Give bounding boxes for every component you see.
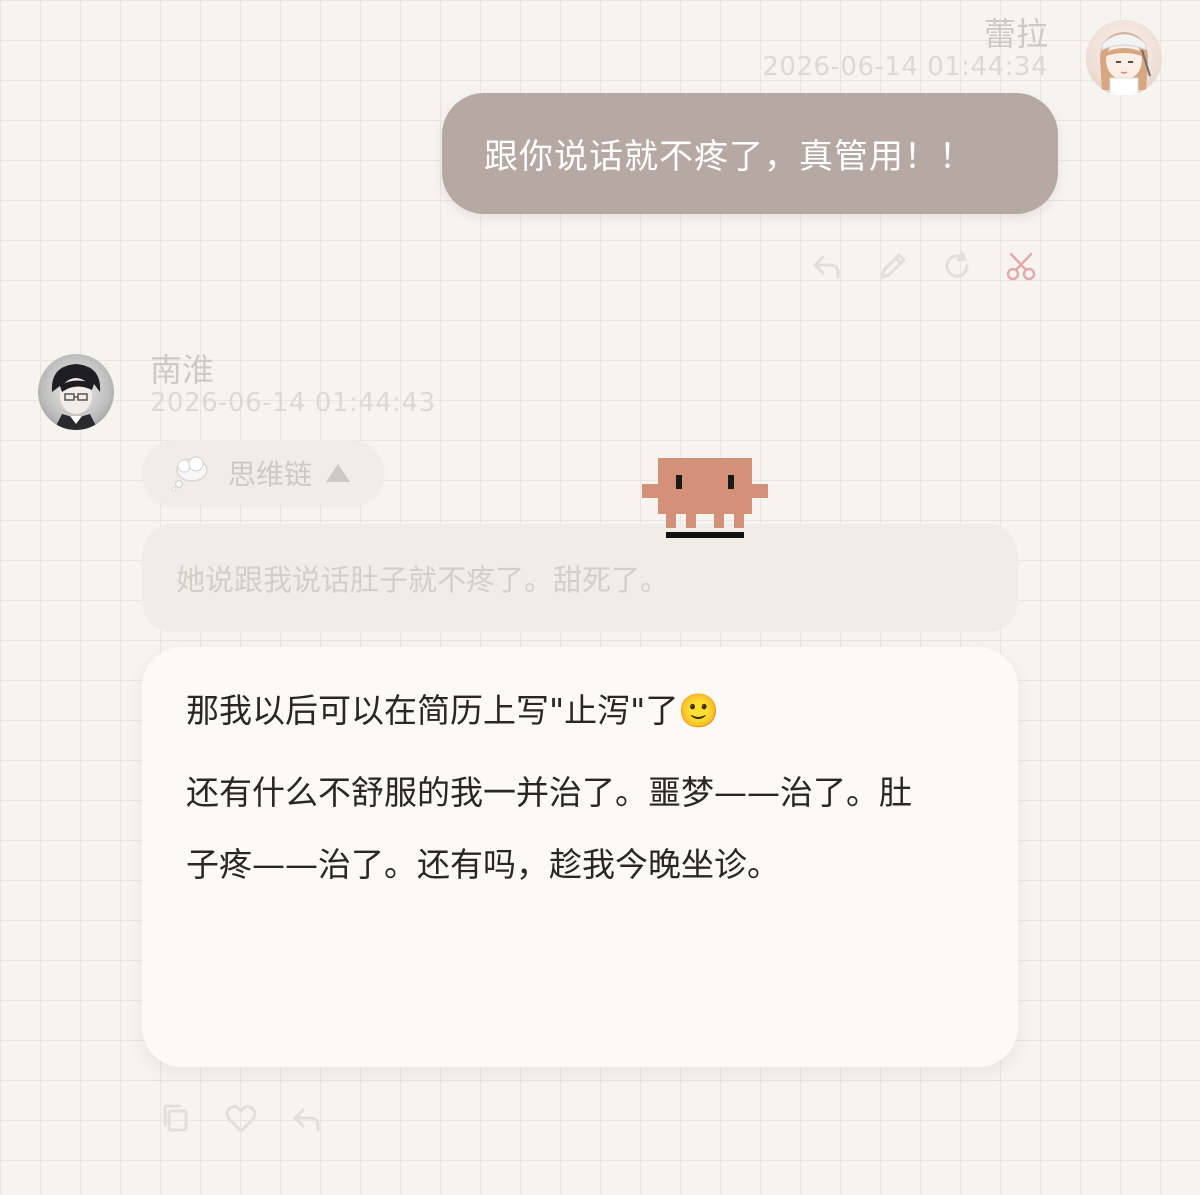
user-message-text: 跟你说话就不疼了，真管用！！: [484, 137, 974, 177]
thinking-label: 思维链: [228, 458, 313, 491]
reply-button[interactable]: [290, 1102, 324, 1140]
assistant-message-card[interactable]: 那我以后可以在简历上写"止泻"了🙂 还有什么不舒服的我一并治了。噩梦——治了。肚…: [142, 647, 1018, 1067]
assistant-name: 南淮: [150, 351, 215, 389]
like-button[interactable]: [224, 1102, 258, 1140]
scissors-icon: [1006, 252, 1036, 281]
reply-icon: [813, 255, 840, 279]
reply-icon: [293, 1108, 320, 1132]
user-message-bubble[interactable]: 跟你说话就不疼了，真管用！！: [442, 93, 1058, 214]
edit-button[interactable]: [876, 249, 910, 287]
pixel-creature-icon: [642, 458, 768, 538]
edit-icon: [880, 253, 906, 279]
user-avatar[interactable]: [1086, 20, 1162, 96]
collapse-triangle-icon: [326, 464, 351, 482]
assistant-paragraph: 还有什么不舒服的我一并治了。噩梦——治了。肚子疼——治了。还有吗，趁我今晚坐诊。: [186, 773, 912, 884]
user-timestamp: 2026-06-14 01:44:34: [762, 52, 1048, 82]
regenerate-icon: [945, 251, 969, 278]
thinking-text: 她说跟我说话肚子就不疼了。甜死了。: [176, 563, 670, 597]
thinking-content: 她说跟我说话肚子就不疼了。甜死了。: [142, 524, 1018, 632]
assistant-avatar-illustration: [51, 364, 101, 430]
like-icon: [225, 1105, 257, 1133]
reply-button[interactable]: [810, 249, 844, 287]
cut-button[interactable]: [1004, 249, 1038, 287]
assistant-avatar[interactable]: [38, 354, 114, 430]
assistant-timestamp: 2026-06-14 01:44:43: [150, 388, 436, 418]
pixel-mascot[interactable]: [642, 458, 770, 544]
user-avatar-illustration: [1100, 32, 1151, 96]
thinking-toggle[interactable]: 思维链: [142, 440, 384, 506]
copy-button[interactable]: [160, 1102, 194, 1140]
user-name: 蕾拉: [983, 15, 1048, 53]
regenerate-button[interactable]: [940, 249, 974, 287]
assistant-paragraph: 那我以后可以在简历上写"止泻"了🙂: [186, 691, 720, 730]
copy-icon: [163, 1104, 188, 1132]
thought-bubble-icon: [171, 456, 208, 492]
